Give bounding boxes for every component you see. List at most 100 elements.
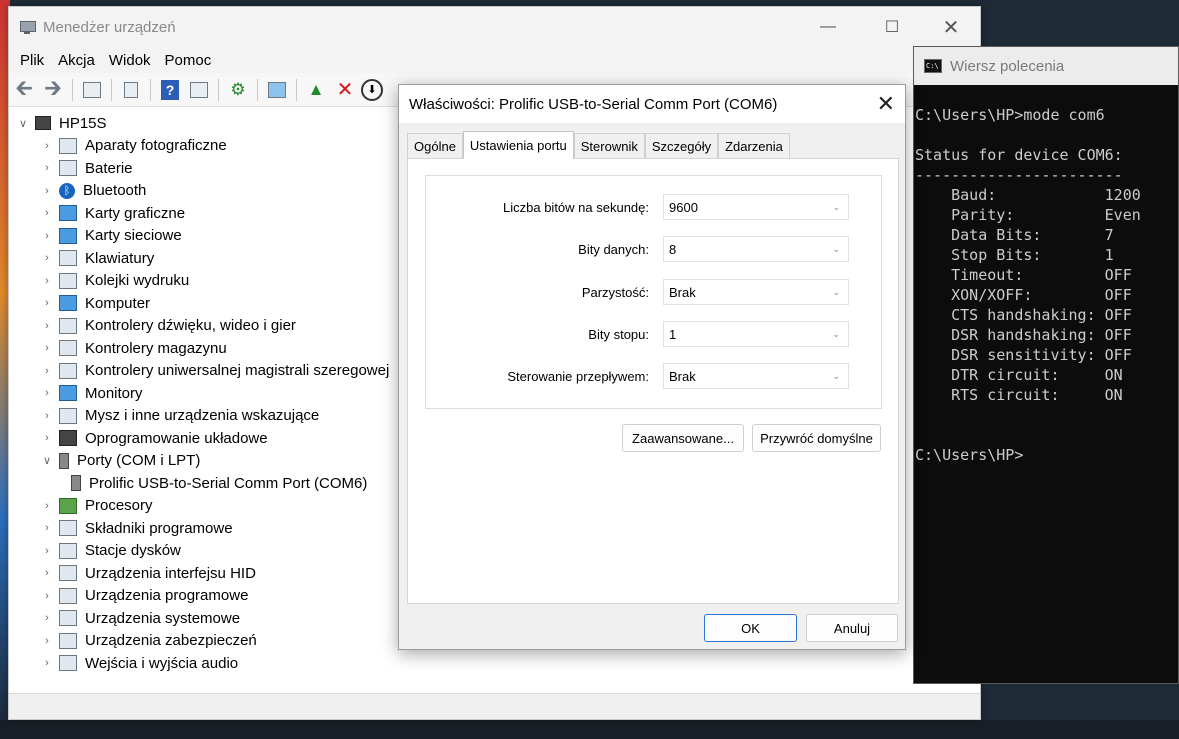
- cmd-line: Data Bits: 7: [915, 226, 1114, 244]
- enable-device-icon[interactable]: ▲: [303, 77, 329, 103]
- flow-control-value: Brak: [669, 368, 696, 384]
- toolbar-separator: [296, 78, 297, 101]
- cmd-output[interactable]: C:\Users\HP>mode com6 Status for device C…: [914, 85, 1178, 465]
- status-bar: [9, 693, 980, 719]
- menu-widok[interactable]: Widok: [102, 52, 158, 69]
- field-row-parity: Parzystość: Brak ⌄: [426, 278, 881, 306]
- tab-szczegoly[interactable]: Szczegóły: [644, 133, 719, 158]
- chevron-right-icon[interactable]: ›: [41, 252, 53, 264]
- tree-root-label: HP15S: [59, 114, 107, 132]
- tree-item-label: Prolific USB-to-Serial Comm Port (COM6): [89, 474, 368, 492]
- chevron-right-icon[interactable]: ›: [41, 635, 53, 647]
- port-icon: [71, 475, 81, 492]
- menu-bar: Plik Akcja Widok Pomoc: [9, 47, 980, 73]
- computer-icon: [59, 295, 77, 312]
- chevron-down-icon: ⌄: [832, 328, 840, 339]
- port-icon: [59, 452, 69, 469]
- minimize-icon[interactable]: —: [805, 7, 851, 47]
- chevron-right-icon[interactable]: ›: [41, 275, 53, 287]
- restore-defaults-button[interactable]: Przywróć domyślne: [752, 424, 881, 452]
- close-icon[interactable]: ✕: [877, 91, 895, 117]
- back-arrow-icon[interactable]: 🡰: [11, 75, 37, 103]
- menu-pomoc[interactable]: Pomoc: [158, 52, 219, 69]
- chevron-right-icon[interactable]: ›: [41, 162, 53, 174]
- tab-ogolne[interactable]: Ogólne: [407, 133, 463, 158]
- forward-arrow-icon[interactable]: 🡲: [40, 75, 66, 103]
- close-icon[interactable]: ✕: [928, 7, 974, 47]
- chevron-right-icon[interactable]: ›: [41, 410, 53, 422]
- software-device-icon: [59, 587, 77, 604]
- chevron-down-icon[interactable]: ∨: [17, 117, 29, 130]
- chevron-down-icon: ⌄: [832, 201, 840, 212]
- terminal-icon: C:\: [924, 59, 942, 73]
- baud-select[interactable]: 9600 ⌄: [663, 194, 849, 220]
- chevron-right-icon[interactable]: ›: [41, 185, 53, 197]
- properties-icon[interactable]: [118, 77, 144, 103]
- chevron-right-icon[interactable]: ›: [41, 657, 53, 669]
- chevron-right-icon[interactable]: ›: [41, 297, 53, 309]
- data-bits-select[interactable]: 8 ⌄: [663, 236, 849, 262]
- speaker-icon: [59, 317, 77, 334]
- chevron-right-icon[interactable]: ›: [41, 612, 53, 624]
- show-hide-console-tree-icon[interactable]: [79, 77, 105, 103]
- tree-item-label: Mysz i inne urządzenia wskazujące: [85, 407, 320, 425]
- taskbar-edge: [0, 720, 1179, 739]
- help-icon[interactable]: ?: [161, 79, 179, 100]
- chevron-right-icon[interactable]: ›: [41, 207, 53, 219]
- system-device-icon: [59, 610, 77, 627]
- data-bits-label: Bity danych:: [578, 241, 649, 257]
- cmd-line: C:\Users\HP>: [915, 446, 1024, 464]
- network-adapter-icon: [59, 227, 77, 244]
- toolbar-separator: [150, 78, 151, 101]
- view-icon[interactable]: [186, 77, 212, 103]
- chevron-down-icon: ⌄: [832, 286, 840, 297]
- advanced-button[interactable]: Zaawansowane...: [622, 424, 744, 452]
- ok-button[interactable]: OK: [704, 614, 797, 642]
- chevron-down-icon[interactable]: ∨: [41, 454, 53, 467]
- toolbar-separator: [218, 78, 219, 101]
- tab-sterownik[interactable]: Sterownik: [573, 133, 645, 158]
- tab-ustawienia-portu[interactable]: Ustawienia portu: [462, 131, 574, 159]
- chevron-right-icon[interactable]: ›: [41, 342, 53, 354]
- hid-icon: [59, 565, 77, 582]
- parity-select[interactable]: Brak ⌄: [663, 279, 849, 305]
- chevron-right-icon[interactable]: ›: [41, 545, 53, 557]
- chevron-right-icon[interactable]: ›: [41, 567, 53, 579]
- chevron-right-icon[interactable]: ›: [41, 432, 53, 444]
- toolbar-separator: [111, 78, 112, 101]
- cmd-title: Wiersz polecenia: [950, 57, 1065, 75]
- chevron-down-icon: ⌄: [832, 243, 840, 254]
- security-device-icon: [59, 632, 77, 649]
- disable-device-icon[interactable]: ⬇: [361, 78, 383, 101]
- cmd-line: CTS handshaking: OFF: [915, 306, 1132, 324]
- keyboard-icon: [59, 250, 77, 267]
- maximize-icon[interactable]: ☐: [869, 7, 915, 47]
- chevron-right-icon[interactable]: ›: [41, 365, 53, 377]
- field-row-stop-bits: Bity stopu: 1 ⌄: [426, 320, 881, 348]
- field-row-flow-control: Sterowanie przepływem: Brak ⌄: [426, 362, 881, 390]
- chevron-right-icon[interactable]: ›: [41, 500, 53, 512]
- battery-icon: [59, 160, 77, 177]
- update-driver-icon[interactable]: ⚙: [225, 77, 251, 103]
- flow-control-select[interactable]: Brak ⌄: [663, 363, 849, 389]
- chevron-right-icon[interactable]: ›: [41, 522, 53, 534]
- cmd-line: DSR sensitivity: OFF: [915, 346, 1132, 364]
- cmd-line: [915, 405, 1178, 425]
- tree-item-label: Karty sieciowe: [85, 227, 182, 245]
- flow-control-label: Sterowanie przepływem:: [507, 368, 649, 384]
- menu-plik[interactable]: Plik: [13, 52, 51, 69]
- stop-bits-label: Bity stopu:: [588, 326, 649, 342]
- chevron-right-icon[interactable]: ›: [41, 230, 53, 242]
- chevron-right-icon[interactable]: ›: [41, 140, 53, 152]
- uninstall-device-icon[interactable]: ✕: [332, 77, 358, 103]
- chevron-right-icon[interactable]: ›: [41, 320, 53, 332]
- stop-bits-select[interactable]: 1 ⌄: [663, 321, 849, 347]
- tree-category-item[interactable]: › Wejścia i wyjścia audio: [9, 652, 980, 675]
- chevron-right-icon[interactable]: ›: [41, 590, 53, 602]
- cancel-button[interactable]: Anuluj: [806, 614, 898, 642]
- cmd-line: -----------------------: [915, 166, 1123, 184]
- menu-akcja[interactable]: Akcja: [51, 52, 102, 69]
- scan-hardware-icon[interactable]: [264, 77, 290, 103]
- chevron-right-icon[interactable]: ›: [41, 387, 53, 399]
- tab-zdarzenia[interactable]: Zdarzenia: [718, 133, 790, 158]
